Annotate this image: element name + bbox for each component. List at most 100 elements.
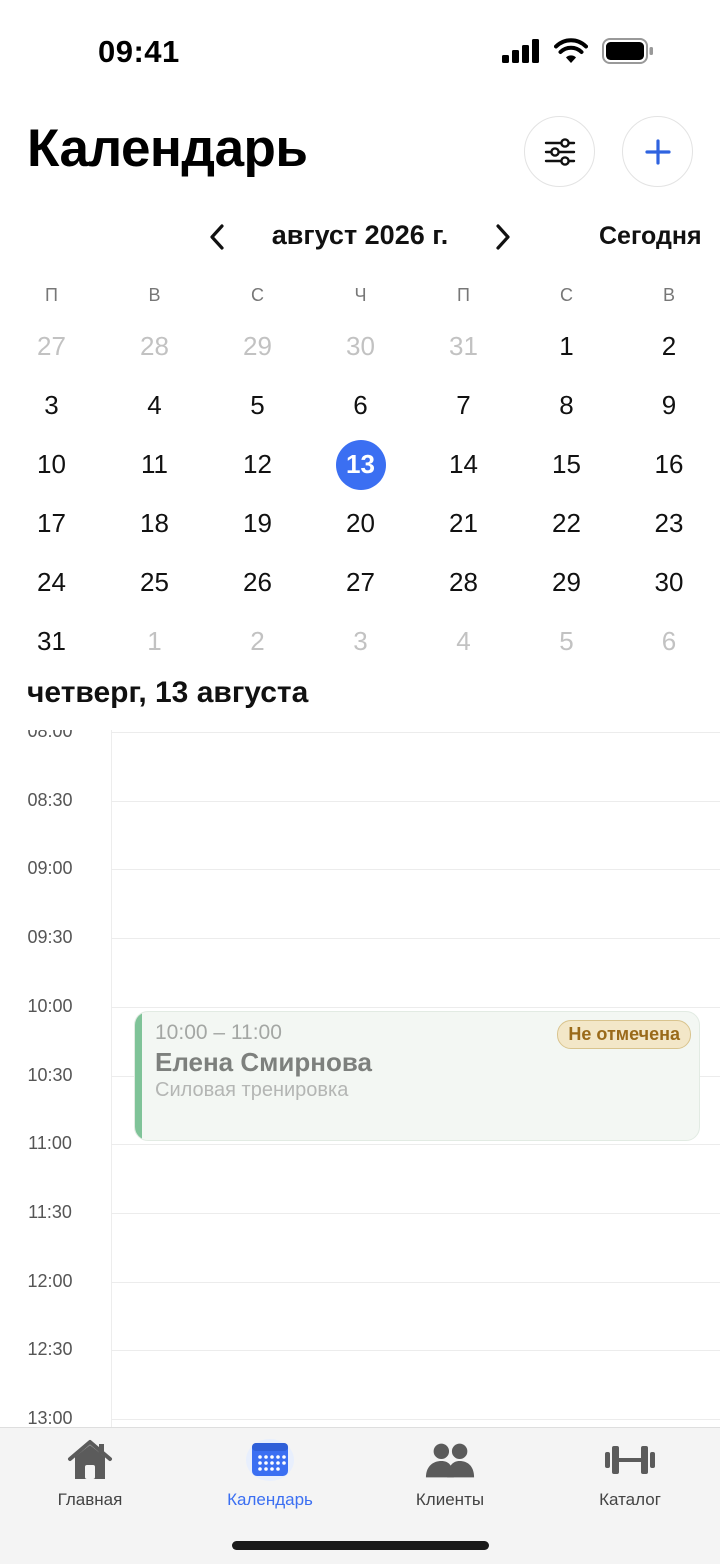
time-slot-label: 12:00 [27, 1270, 73, 1291]
tab-home[interactable]: Главная [0, 1438, 180, 1518]
calendar-day[interactable]: 9 [618, 376, 720, 435]
status-badge: Не отмечена [557, 1020, 691, 1049]
calendar-day[interactable]: 5 [206, 376, 309, 435]
day-timeline[interactable]: 08:00 08:30 09:00 09:30 10:00 10:30 11:00 11:30… [0, 730, 720, 1427]
today-button[interactable]: Сегодня [599, 222, 702, 251]
calendar-day[interactable]: 3 [0, 376, 103, 435]
calendar-day-number: 5 [559, 626, 574, 656]
calendar-day-number: 8 [559, 390, 574, 420]
time-column-divider [111, 730, 112, 1427]
calendar-day-number: 10 [37, 449, 66, 479]
sliders-icon [544, 137, 575, 166]
calendar-day[interactable]: 30 [309, 317, 412, 376]
calendar-day[interactable]: 15 [515, 435, 618, 494]
calendar-day[interactable]: 8 [515, 376, 618, 435]
calendar-day[interactable]: 21 [412, 494, 515, 553]
calendar-day[interactable]: 31 [412, 317, 515, 376]
home-icon [64, 1438, 116, 1482]
calendar-day-number: 28 [449, 567, 478, 597]
next-month-button[interactable] [486, 220, 520, 254]
selected-day-heading: четверг, 13 августа [27, 676, 309, 709]
calendar-day-number: 16 [654, 449, 684, 479]
status-icons [502, 38, 654, 64]
calendar-day[interactable]: 7 [412, 376, 515, 435]
calendar-day-number: 13 [335, 439, 386, 490]
calendar-day-number: 9 [661, 390, 677, 420]
calendar-day[interactable]: 29 [206, 317, 309, 376]
event-type: Силовая тренировка [155, 1079, 349, 1101]
calendar-day-number: 29 [243, 331, 272, 361]
calendar-day[interactable]: 6 [309, 376, 412, 435]
calendar-day[interactable]: 6 [618, 612, 720, 671]
calendar-day[interactable]: 17 [0, 494, 103, 553]
calendar-day[interactable]: 2 [618, 317, 720, 376]
calendar-day[interactable]: 4 [103, 376, 206, 435]
tab-label: Главная [57, 1490, 123, 1509]
calendar-day[interactable]: 26 [206, 553, 309, 612]
time-slot-label: 11:00 [28, 1133, 72, 1154]
calendar-day-number: 28 [140, 331, 169, 361]
calendar-day-number: 21 [449, 508, 478, 538]
calendar-day[interactable]: 24 [0, 553, 103, 612]
calendar-day-number: 20 [346, 508, 375, 538]
calendar-day-number: 7 [456, 390, 471, 420]
calendar-day[interactable]: 28 [412, 553, 515, 612]
tab-clients[interactable]: Клиенты [360, 1438, 540, 1518]
calendar-day[interactable]: 5 [515, 612, 618, 671]
calendar-day[interactable]: 11 [103, 435, 206, 494]
calendar-day-number: 15 [552, 449, 581, 479]
calendar-day[interactable]: 12 [206, 435, 309, 494]
previous-month-button[interactable] [200, 220, 234, 254]
time-slot-label: 08:30 [27, 789, 73, 810]
time-slot-line [111, 732, 720, 733]
calendar-day[interactable]: 2 [206, 612, 309, 671]
time-slot-label: 10:00 [27, 995, 73, 1016]
calendar-day[interactable]: 4 [412, 612, 515, 671]
plus-icon [644, 138, 671, 165]
status-bar: 09:41 [0, 0, 720, 100]
calendar-day[interactable]: 30 [618, 553, 720, 612]
calendar-day-number: 17 [37, 508, 66, 538]
calendar-day[interactable]: 14 [412, 435, 515, 494]
month-navigation: август 2026 г. Сегодня [0, 214, 720, 260]
event-card[interactable]: 10:00 – 11:00 Елена Смирнова Силовая тре… [134, 1011, 700, 1141]
calendar-day[interactable]: 25 [103, 553, 206, 612]
calendar-day[interactable]: 27 [0, 317, 103, 376]
time-slot-line [111, 1006, 720, 1008]
time-slot-line [111, 1212, 720, 1214]
tab-calendar[interactable]: Календарь [180, 1438, 360, 1518]
tab-label: Клиенты [415, 1490, 485, 1509]
calendar-day[interactable]: 20 [309, 494, 412, 553]
filter-button[interactable] [524, 116, 595, 187]
tab-label: Календарь [227, 1490, 313, 1509]
calendar-day[interactable]: 10 [0, 435, 103, 494]
calendar-day-number: 6 [353, 390, 368, 420]
time-slot-line [111, 1144, 720, 1146]
calendar-day[interactable]: 16 [618, 435, 720, 494]
calendar-day[interactable]: 22 [515, 494, 618, 553]
calendar-day[interactable]: 1 [103, 612, 206, 671]
tab-catalog[interactable]: Каталог [540, 1438, 720, 1518]
calendar-day[interactable]: 31 [0, 612, 103, 671]
chevron-left-icon [210, 224, 224, 250]
weekday-label: С [251, 285, 264, 305]
calendar-day[interactable]: 23 [618, 494, 720, 553]
calendar-day[interactable]: 1 [515, 317, 618, 376]
calendar-day[interactable]: 29 [515, 553, 618, 612]
calendar-day-number: 11 [141, 449, 168, 479]
time-slot-line [111, 1281, 720, 1283]
calendar-day[interactable]: 19 [206, 494, 309, 553]
calendar-icon [244, 1438, 296, 1482]
calendar-day-number: 19 [243, 508, 272, 538]
calendar-day[interactable]: 27 [309, 553, 412, 612]
calendar-day[interactable]: 3 [309, 612, 412, 671]
calendar-day-selected[interactable]: 13 [309, 435, 412, 494]
home-indicator [232, 1541, 489, 1550]
calendar-day-number: 26 [243, 567, 272, 597]
add-button[interactable] [622, 116, 693, 187]
calendar-day[interactable]: 28 [103, 317, 206, 376]
time-slot-line [111, 1350, 720, 1352]
weekday-label: П [457, 285, 470, 305]
calendar-day[interactable]: 18 [103, 494, 206, 553]
calendar-day-number: 5 [250, 390, 265, 420]
